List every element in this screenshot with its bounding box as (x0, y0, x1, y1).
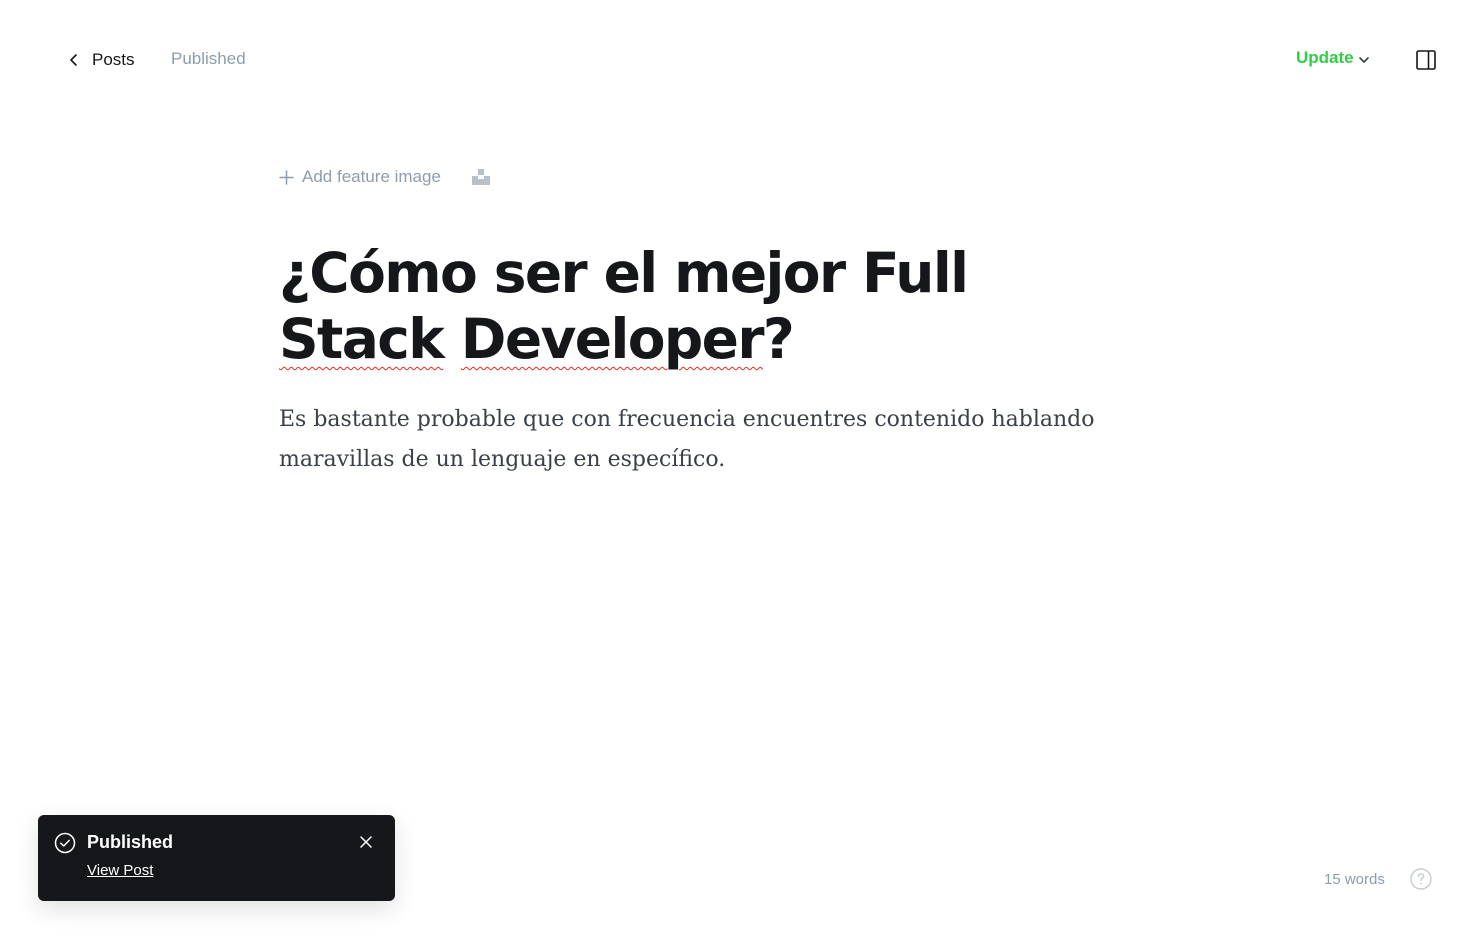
post-title[interactable]: ¿Cómo ser el mejor Full Stack Developer? (279, 240, 1119, 372)
feature-image-row: Add feature image (279, 150, 1119, 204)
sidebar-toggle-button[interactable] (1414, 48, 1438, 72)
sidebar-panel-icon (1416, 50, 1436, 70)
title-text-part: ¿Cómo ser el mejor Full (279, 241, 969, 305)
help-circle-icon (1410, 868, 1432, 890)
chevron-left-icon (70, 54, 77, 66)
post-status-text: Published (171, 49, 246, 68)
editor-canvas: Add feature image ¿Cómo ser el mejor Ful… (279, 150, 1119, 480)
published-toast: Published View Post (38, 815, 395, 901)
update-button-label: Update (1296, 48, 1354, 67)
editor-header: Posts Published Update (0, 0, 1483, 120)
add-feature-image-button[interactable]: Add feature image (279, 167, 441, 187)
post-editor-page: Posts Published Update Add feature image… (0, 0, 1483, 938)
title-text-part: ? (762, 307, 795, 371)
word-count: 15 words (1324, 871, 1385, 888)
add-feature-image-label: Add feature image (302, 167, 441, 186)
toast-title: Published (87, 832, 174, 852)
unsplash-button[interactable] (471, 167, 491, 187)
update-button[interactable]: Update (1296, 48, 1370, 68)
check-circle-icon (54, 832, 76, 854)
unsplash-icon (471, 169, 490, 185)
close-icon (360, 836, 372, 848)
toast-close-button[interactable] (355, 831, 377, 853)
view-post-link[interactable]: View Post (87, 862, 153, 879)
title-spellcheck-word: Developer (460, 307, 765, 371)
post-excerpt[interactable]: Es bastante probable que con frecuencia … (279, 400, 1109, 480)
back-to-posts-link[interactable]: Posts (66, 46, 135, 74)
title-text-part (443, 307, 461, 371)
title-spellcheck-word: Stack (279, 307, 445, 371)
plus-icon (279, 169, 294, 185)
help-button[interactable] (1409, 867, 1433, 891)
chevron-down-icon (1358, 56, 1369, 63)
back-link-label: Posts (92, 50, 135, 69)
